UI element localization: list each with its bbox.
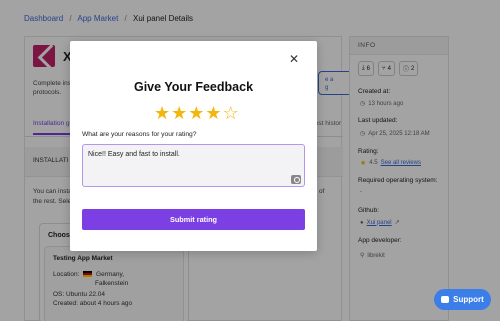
feedback-modal: ✕ Give Your Feedback ★ ★ ★ ★ ☆ What are your… [70,41,317,251]
submit-rating-button[interactable]: Submit rating [82,209,305,230]
star-filled-icon[interactable]: ★ [154,104,170,122]
star-filled-icon[interactable]: ★ [171,104,187,122]
close-icon[interactable]: ✕ [289,53,299,65]
star-filled-icon[interactable]: ★ [188,104,204,122]
star-filled-icon[interactable]: ★ [205,104,221,122]
feedback-textarea[interactable]: Nice!! Easy and fast to install. [82,144,305,187]
camera-icon[interactable] [291,175,301,184]
chat-bubble-icon [441,296,450,303]
support-label: Support [453,295,484,304]
star-empty-icon[interactable]: ☆ [223,104,239,122]
modal-title: Give Your Feedback [133,80,254,94]
rating-stars: ★ ★ ★ ★ ☆ [154,104,239,122]
support-button[interactable]: Support [434,289,491,310]
rating-question: What are your reasons for your rating? [82,131,197,138]
